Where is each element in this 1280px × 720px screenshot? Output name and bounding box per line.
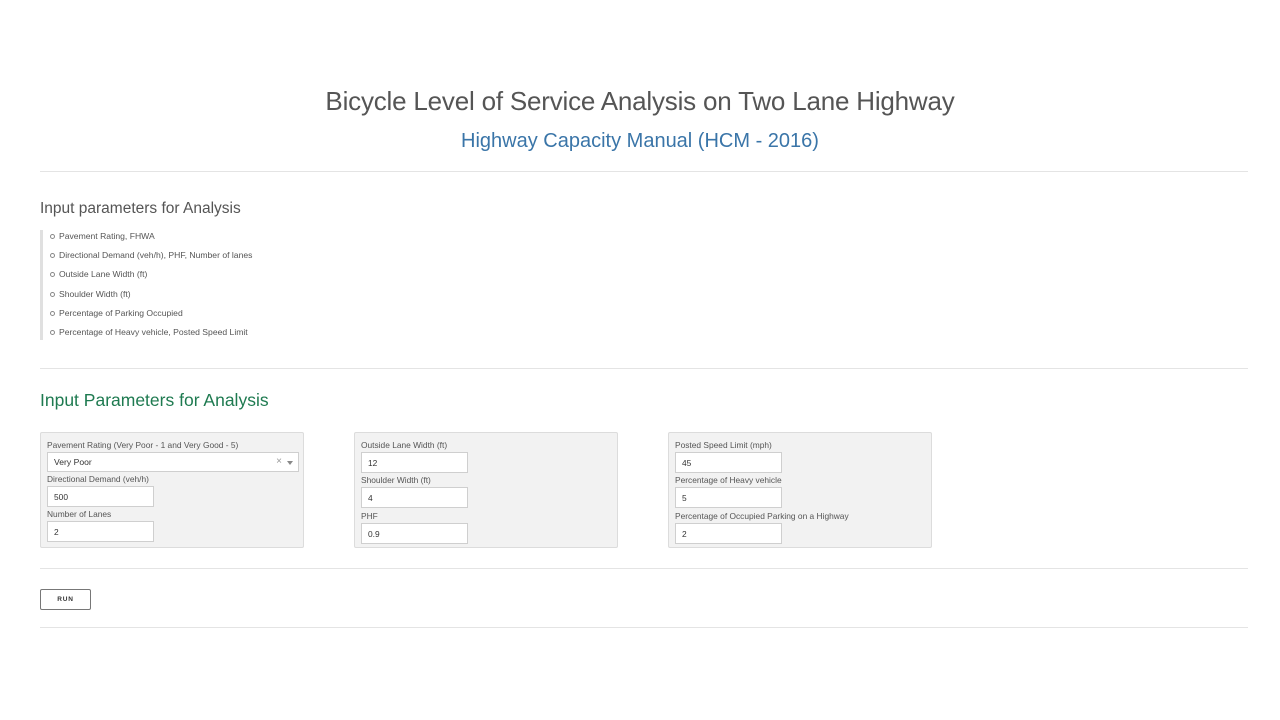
info-list-block: Pavement Rating, FHWA Directional Demand… xyxy=(40,230,443,340)
outside-lane-width-input[interactable] xyxy=(361,452,468,473)
shoulder-width-label: Shoulder Width (ft) xyxy=(361,475,431,485)
phf-input[interactable] xyxy=(361,523,468,544)
circle-bullet-icon xyxy=(50,329,55,335)
occupied-parking-label: Percentage of Occupied Parking on a High… xyxy=(675,511,849,521)
page-title: Bicycle Level of Service Analysis on Two… xyxy=(325,86,955,116)
clear-icon[interactable]: × xyxy=(276,453,282,471)
phf-label: PHF xyxy=(361,511,378,521)
heavy-vehicle-label: Percentage of Heavy vehicle xyxy=(675,475,782,485)
pavement-rating-value: Very Poor xyxy=(54,457,92,467)
directional-demand-input[interactable] xyxy=(47,486,154,507)
page-subtitle: Highway Capacity Manual (HCM - 2016) xyxy=(461,130,819,152)
circle-bullet-icon xyxy=(50,272,55,278)
number-of-lanes-input[interactable] xyxy=(47,521,154,542)
divider xyxy=(40,368,1248,369)
heavy-vehicle-input[interactable] xyxy=(675,487,782,508)
info-heading: Input parameters for Analysis xyxy=(40,200,241,217)
outside-lane-width-label: Outside Lane Width (ft) xyxy=(361,440,448,450)
chevron-down-icon[interactable] xyxy=(287,461,293,465)
posted-speed-limit-label: Posted Speed Limit (mph) xyxy=(675,440,772,450)
list-item: Shoulder Width (ft) xyxy=(50,288,443,307)
number-of-lanes-label: Number of Lanes xyxy=(47,509,112,519)
list-item: Pavement Rating, FHWA xyxy=(50,230,443,249)
divider xyxy=(40,627,1248,628)
circle-bullet-icon xyxy=(50,291,55,297)
list-item: Outside Lane Width (ft) xyxy=(50,268,443,287)
shoulder-width-input[interactable] xyxy=(361,487,468,508)
list-item: Percentage of Heavy vehicle, Posted Spee… xyxy=(50,326,443,345)
circle-bullet-icon xyxy=(50,234,55,239)
circle-bullet-icon xyxy=(50,253,55,259)
input-panel-2: Outside Lane Width (ft) Shoulder Width (… xyxy=(354,432,618,548)
input-panel-3: Posted Speed Limit (mph) Percentage of H… xyxy=(668,432,932,548)
form-heading: Input Parameters for Analysis xyxy=(40,390,269,410)
pavement-rating-label: Pavement Rating (Very Poor - 1 and Very … xyxy=(47,440,239,450)
occupied-parking-input[interactable] xyxy=(675,523,782,544)
run-button[interactable]: RUN xyxy=(40,589,91,610)
circle-bullet-icon xyxy=(50,310,55,316)
page: Bicycle Level of Service Analysis on Two… xyxy=(0,0,1280,720)
pavement-rating-select[interactable]: Very Poor × xyxy=(47,452,299,472)
info-list: Pavement Rating, FHWA Directional Demand… xyxy=(43,230,443,345)
divider xyxy=(40,568,1248,569)
divider xyxy=(40,171,1248,172)
list-item: Directional Demand (veh/h), PHF, Number … xyxy=(50,249,443,268)
posted-speed-limit-input[interactable] xyxy=(675,452,782,473)
list-item: Percentage of Parking Occupied xyxy=(50,307,443,326)
input-panel-1: Pavement Rating (Very Poor - 1 and Very … xyxy=(40,432,304,548)
directional-demand-label: Directional Demand (veh/h) xyxy=(47,474,149,484)
